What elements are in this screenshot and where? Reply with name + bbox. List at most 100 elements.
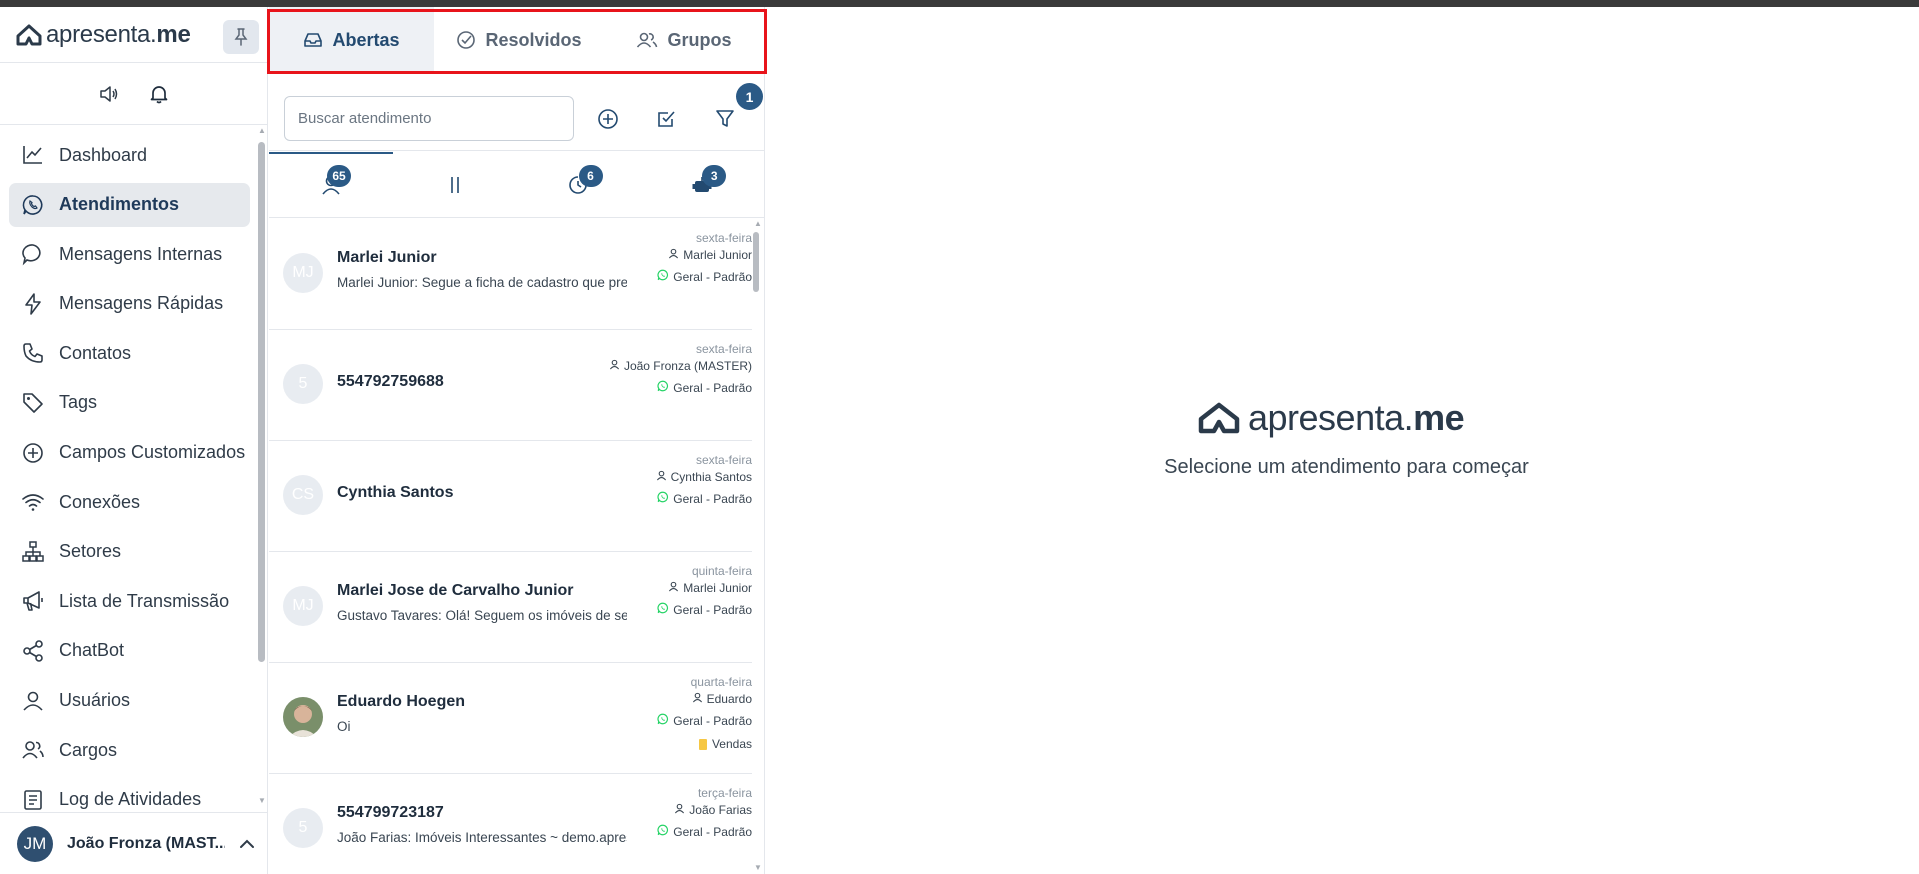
ticket-queue: Geral - Padrão [657, 380, 752, 395]
sidebar-item-campos-customizados[interactable]: Campos Customizados [9, 431, 250, 475]
ticket-list-scrollbar[interactable] [753, 232, 759, 292]
sidebar-item-label: Atendimentos [59, 194, 180, 215]
ticket-assigned-user: João Fronza (MASTER) [609, 359, 752, 373]
ticket-contact-name: Marlei Jose de Carvalho Junior [337, 582, 574, 599]
menu-scroll-up-arrow[interactable]: ▲ [258, 127, 266, 135]
sidebar-item-log-de-atividades[interactable]: Log de Atividades [9, 778, 250, 813]
ticket-list: MJ Marlei Junior Marlei Junior: Segue a fi… [269, 219, 752, 874]
ticket-last-message: João Farias: Imóveis Interessantes ~ dem… [337, 830, 627, 845]
avatar: 5 [283, 808, 323, 848]
users-icon [637, 32, 658, 48]
whatsapp-icon [657, 602, 669, 617]
search-input[interactable] [284, 96, 574, 141]
sidebar-item-cargos[interactable]: Cargos [9, 728, 250, 772]
avatar [283, 697, 323, 737]
menu-scrollbar[interactable] [258, 142, 265, 662]
menu-scroll-down-arrow[interactable]: ▼ [258, 797, 266, 805]
subtab-pending[interactable]: 6 [517, 152, 641, 218]
sidebar-item-atendimentos[interactable]: Atendimentos [9, 182, 250, 227]
empty-brand-name: apresenta.me [1248, 397, 1465, 438]
search-toolbar: 1 [269, 73, 764, 151]
sidebar-item-label: Conexões [59, 491, 141, 512]
announcement-icon[interactable] [99, 84, 119, 104]
user-icon [21, 689, 45, 713]
sidebar-item-mensagens-internas[interactable]: Mensagens Internas [9, 232, 250, 276]
ticket-contact-name: Marlei Junior [337, 249, 437, 266]
tab-abertas[interactable]: Abertas [269, 7, 434, 73]
ticket-queue: Geral - Padrão [657, 269, 752, 284]
sidebar-item-label: Dashboard [59, 144, 148, 165]
filter-count-badge: 1 [736, 83, 763, 110]
log-icon [21, 788, 45, 812]
sidebar-item-label: Log de Atividades [59, 789, 202, 810]
bell-icon[interactable] [149, 84, 169, 104]
whatsapp-icon [21, 193, 45, 217]
new-ticket-button[interactable] [595, 106, 621, 132]
sidebar-item-tags[interactable]: Tags [9, 381, 250, 425]
tab-grupos[interactable]: Grupos [604, 7, 764, 73]
user-icon [668, 581, 679, 595]
sidebar-menu: Dashboard Atendimentos Mensagens Internas M… [0, 133, 258, 813]
sidebar-item-label: ChatBot [59, 640, 125, 661]
users-icon [21, 738, 45, 762]
sidebar-item-conexoes[interactable]: Conexões [9, 480, 250, 524]
pin-sidebar-button[interactable] [223, 20, 259, 54]
sidebar-item-label: Usuários [59, 690, 131, 711]
inbox-icon [304, 33, 323, 47]
sidebar-item-usuarios[interactable]: Usuários [9, 679, 250, 723]
lightning-icon [21, 292, 45, 316]
select-tickets-button[interactable] [653, 106, 679, 132]
subtab-paused[interactable] [393, 152, 517, 218]
subtab-bot[interactable]: 3 [640, 152, 764, 218]
sidebar-item-setores[interactable]: Setores [9, 530, 250, 574]
ticket-row[interactable]: 5 554799723187 João Farias: Imóveis Intere… [269, 774, 752, 874]
avatar: MJ [283, 253, 323, 293]
browser-top-bar [0, 0, 1919, 7]
subtab-mine[interactable]: 65 [269, 152, 393, 218]
chevron-up-icon[interactable] [239, 839, 255, 849]
sidebar-item-mensagens-rapidas[interactable]: Mensagens Rápidas [9, 282, 250, 326]
count-badge: 6 [578, 165, 603, 187]
avatar: CS [283, 475, 323, 515]
filter-button[interactable] [712, 106, 738, 132]
plus-circle-icon [598, 109, 618, 129]
sidebar-item-contatos[interactable]: Contatos [9, 331, 250, 375]
ticket-date: quarta-feira [690, 675, 752, 689]
ticket-date: quinta-feira [691, 564, 752, 578]
sidebar-item-lista-de-transmissao[interactable]: Lista de Transmissão [9, 579, 250, 623]
brand-logo[interactable]: apresenta.me [16, 21, 191, 49]
tab-resolvidos[interactable]: Resolvidos [434, 7, 604, 73]
current-user[interactable]: JM João Fronza (MAST... [0, 812, 268, 874]
ticket-row[interactable]: Eduardo Hoegen Oi quarta-feira Eduardo Geral… [269, 663, 752, 774]
phone-icon [21, 341, 45, 365]
chat-bubble-icon [21, 242, 45, 266]
tag-color-icon [698, 738, 707, 750]
filter-icon [716, 110, 734, 127]
share-icon [21, 639, 45, 663]
ticket-last-message: Oi [337, 719, 351, 734]
list-scroll-down-arrow[interactable]: ▼ [754, 864, 762, 872]
ticket-row[interactable]: 5 554792759688 sexta-feira João Fronza (MAS… [269, 330, 752, 441]
ticket-assigned-user: João Farias [674, 803, 752, 817]
ticket-last-message: Gustavo Tavares: Olá! Seguem os imóveis … [337, 608, 627, 623]
ticket-row[interactable]: MJ Marlei Junior Marlei Junior: Segue a fi… [269, 219, 752, 330]
sidebar-item-label: Setores [59, 541, 122, 562]
ticket-tag: Vendas [698, 737, 752, 751]
ticket-row[interactable]: MJ Marlei Jose de Carvalho Junior Gustavo … [269, 552, 752, 663]
hierarchy-icon [21, 540, 45, 564]
empty-state-message: Selecione um atendimento para começar [1164, 456, 1529, 478]
sidebar-item-dashboard[interactable]: Dashboard [9, 133, 250, 177]
whatsapp-icon [657, 269, 669, 284]
sidebar-item-chatbot[interactable]: ChatBot [9, 629, 250, 673]
user-icon [674, 803, 685, 817]
ticket-subtabs: 65 6 3 [269, 152, 764, 218]
ticket-last-message: Marlei Junior: Segue a ficha de cadastro… [337, 275, 627, 290]
logo-row: apresenta.me [0, 7, 268, 62]
ticket-row[interactable]: CS Cynthia Santos sexta-feira Cynthia Santo… [269, 441, 752, 552]
empty-brand-logo: apresenta.me [1198, 397, 1465, 439]
ticket-date: sexta-feira [695, 342, 752, 356]
logo-house-icon [16, 24, 42, 45]
ticket-contact-name: Cynthia Santos [337, 484, 454, 501]
chart-line-icon [21, 143, 45, 167]
list-scroll-up-arrow[interactable]: ▲ [754, 220, 762, 228]
